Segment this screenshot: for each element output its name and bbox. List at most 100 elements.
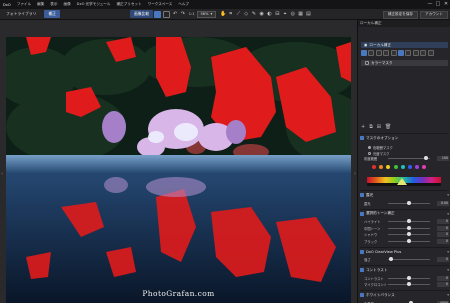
delete-mask-icon[interactable] <box>427 50 434 56</box>
control-point-icon[interactable] <box>383 50 390 56</box>
eraser-tool-icon[interactable] <box>368 50 375 56</box>
crop-icon[interactable]: ⌗ <box>228 10 233 18</box>
tab-customize[interactable]: 補正 <box>44 10 60 18</box>
slider-knob[interactable] <box>407 200 411 205</box>
color-swatch[interactable] <box>393 165 398 169</box>
section-check-icon[interactable] <box>360 268 364 272</box>
radio-color-range[interactable]: 色範囲マスク <box>368 145 393 150</box>
slider-value[interactable]: 0 <box>437 238 449 244</box>
local-adjust-icon[interactable]: ◐ <box>267 10 272 18</box>
slider-value[interactable]: 0 <box>437 225 449 231</box>
slider-value[interactable]: 0 <box>437 232 449 237</box>
tab-photo-library[interactable]: フォトライブラリ <box>2 10 40 18</box>
section-options-icon[interactable]: ▾ <box>447 293 449 297</box>
slider-value[interactable]: 0 <box>437 275 449 281</box>
maximize-button[interactable]: □ <box>434 0 442 9</box>
menu-view[interactable]: 表示 <box>50 2 57 7</box>
slider-track[interactable] <box>388 225 430 230</box>
layer-item[interactable]: カラーマスク <box>361 60 448 66</box>
slider-track[interactable] <box>388 275 430 280</box>
slider-track[interactable] <box>388 232 430 237</box>
duplicate-layer-icon[interactable]: ⧉ <box>369 124 373 130</box>
trash-icon[interactable]: 🗑 <box>385 124 391 130</box>
slider-knob[interactable] <box>407 225 411 230</box>
hue-slider[interactable] <box>388 155 430 160</box>
menu-presets[interactable]: 補正プリセット <box>116 2 141 7</box>
minimize-button[interactable]: — <box>426 0 434 9</box>
zoom-ratio[interactable]: 1:1 <box>189 12 195 16</box>
section-options-icon[interactable]: ▾ <box>447 212 449 216</box>
color-swatch[interactable] <box>422 165 427 169</box>
color-swatch[interactable] <box>415 165 420 169</box>
retouch-icon[interactable]: ✎ <box>251 10 256 18</box>
grid-icon[interactable]: ▦ <box>298 10 303 18</box>
color-mask-icon[interactable] <box>397 50 404 56</box>
slider-track[interactable] <box>388 238 430 243</box>
histogram-icon[interactable]: ▤ <box>306 10 311 18</box>
section-options-icon[interactable]: ▾ <box>447 193 449 197</box>
menu-workspace[interactable]: ワークスペース <box>148 2 173 7</box>
section-header[interactable]: 選択的トーン補正 ▾ <box>360 211 449 217</box>
slider-track[interactable] <box>388 200 430 205</box>
auto-mask-icon[interactable] <box>390 50 397 56</box>
undo-icon[interactable]: ↶ <box>173 10 178 18</box>
slider-knob[interactable] <box>407 219 411 224</box>
split-view-icon[interactable] <box>163 10 171 18</box>
slider-knob[interactable] <box>407 282 411 287</box>
redeye-icon[interactable]: ◉ <box>259 10 264 18</box>
horizon-icon[interactable]: ⊟ <box>275 10 280 18</box>
hand-icon[interactable]: ✋ <box>220 10 226 18</box>
eye-icon[interactable]: ◎ <box>290 10 295 18</box>
slider-track[interactable] <box>388 282 430 287</box>
section-check-icon[interactable] <box>360 136 364 140</box>
menu-edit[interactable]: 編集 <box>37 2 44 7</box>
account-button[interactable]: アカウント <box>420 10 448 19</box>
slider-knob[interactable] <box>424 155 428 160</box>
single-view-icon[interactable] <box>154 10 162 18</box>
image-viewer[interactable]: ‹ › PhotoGrafan.com <box>0 20 357 303</box>
show-mask-icon[interactable] <box>420 50 427 56</box>
menu-file[interactable]: ファイル <box>17 2 31 7</box>
hue-selector-triangle[interactable] <box>397 178 407 185</box>
layer-visibility-icon[interactable] <box>365 61 369 65</box>
perspective-icon[interactable]: ◇ <box>244 10 249 18</box>
edited-photo[interactable]: PhotoGrafan.com <box>6 37 351 303</box>
section-options-icon[interactable]: ▾ <box>447 250 449 254</box>
section-header[interactable]: 露光 ▾ <box>360 192 449 198</box>
section-header[interactable]: ホワイトバランス ▾ <box>360 292 449 298</box>
straighten-icon[interactable]: ⟋ <box>236 10 241 18</box>
color-swatch[interactable] <box>407 165 412 169</box>
close-button[interactable]: ✕ <box>442 0 450 9</box>
invert-icon[interactable] <box>412 50 419 56</box>
section-header[interactable]: DxO ClearView Plus ▾ <box>360 249 449 255</box>
section-check-icon[interactable] <box>360 249 364 254</box>
compare-button[interactable]: 画像比較 <box>129 10 154 18</box>
left-collapse-icon[interactable]: ‹ <box>0 170 4 178</box>
merge-layer-icon[interactable]: ⊞ <box>377 124 381 130</box>
section-check-icon[interactable] <box>360 211 364 216</box>
redo-icon[interactable]: ↷ <box>180 10 185 18</box>
slider-value[interactable]: 0 <box>437 282 449 287</box>
menu-optics-module[interactable]: DxO 光学モジュール <box>77 2 111 7</box>
save-preset-button[interactable]: 補正設定を保存 <box>382 10 419 19</box>
color-swatch[interactable] <box>379 165 384 169</box>
brush-tool-icon[interactable] <box>361 50 367 56</box>
section-header[interactable]: コントラスト ▾ <box>360 267 449 273</box>
slider-knob[interactable] <box>389 257 394 262</box>
slider-knob[interactable] <box>407 275 411 280</box>
slider-value[interactable]: 0 <box>437 219 449 224</box>
check-icon[interactable] <box>405 50 412 56</box>
tab-local-adjust[interactable]: ローカル補正 <box>360 21 382 26</box>
section-check-icon[interactable] <box>360 193 364 197</box>
zoom-select[interactable]: 56% ▾ <box>196 10 217 18</box>
section-mask-options[interactable]: マスクのオプション <box>360 135 449 141</box>
menu-help[interactable]: ヘルプ <box>178 2 189 7</box>
slider-knob[interactable] <box>407 238 411 243</box>
section-check-icon[interactable] <box>360 293 364 297</box>
hue-value[interactable]: 100 <box>437 155 449 161</box>
slider-value[interactable]: 0 <box>437 257 449 262</box>
slider-track[interactable] <box>388 257 430 262</box>
add-layer-icon[interactable]: + <box>361 124 365 130</box>
local-adjust-header[interactable]: ▣ ローカル補正 <box>361 42 448 48</box>
section-options-icon[interactable]: ▾ <box>447 268 449 272</box>
